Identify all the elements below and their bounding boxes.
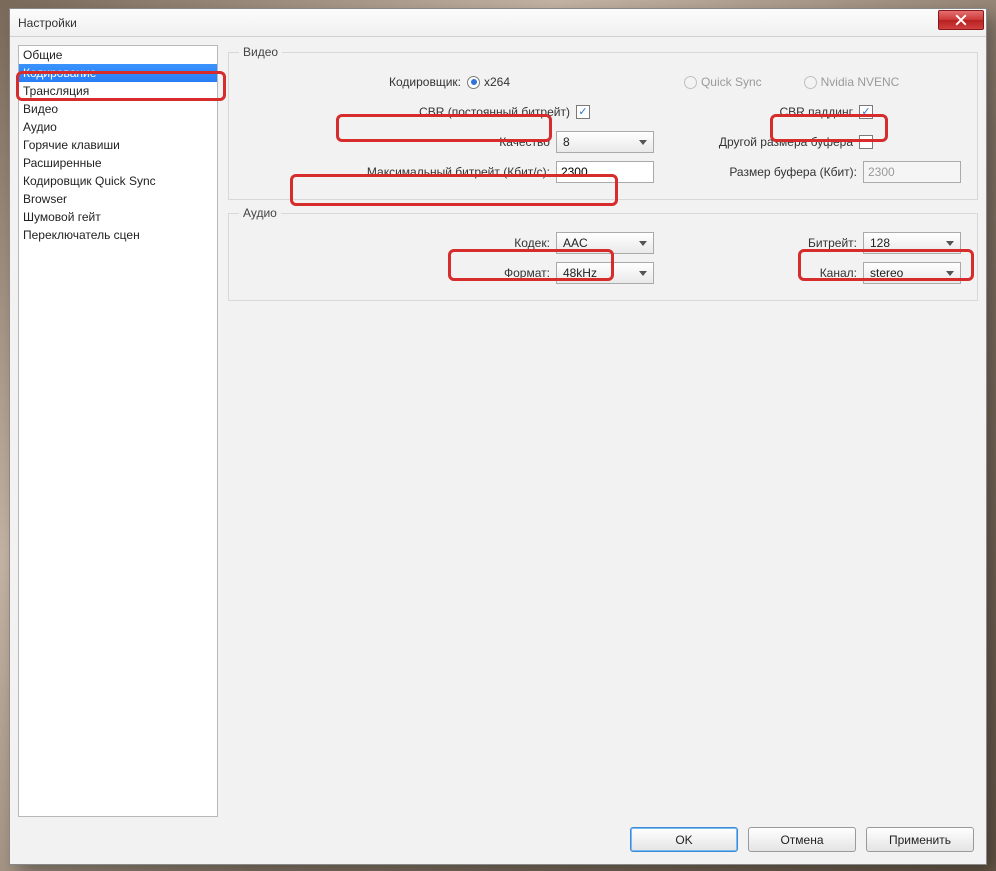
- max-bitrate-input[interactable]: [556, 161, 654, 183]
- buffer-size-label: Размер буфера (Кбит):: [729, 165, 857, 179]
- quality-select[interactable]: 8: [556, 131, 654, 153]
- category-sidebar: Общие Кодирование Трансляция Видео Аудио…: [18, 45, 218, 817]
- close-button[interactable]: [938, 10, 984, 30]
- close-icon: [955, 14, 967, 26]
- audio-bitrate-label: Битрейт:: [808, 236, 857, 250]
- audio-codec-label: Кодек:: [514, 236, 550, 250]
- encoder-nvenc-label: Nvidia NVENC: [821, 75, 900, 89]
- ok-button[interactable]: OK: [630, 827, 738, 852]
- apply-button[interactable]: Применить: [866, 827, 974, 852]
- window-title: Настройки: [18, 16, 938, 30]
- dialog-buttons: OK Отмена Применить: [18, 817, 978, 856]
- sidebar-item-broadcast[interactable]: Трансляция: [19, 82, 217, 100]
- encoder-x264-radio[interactable]: [467, 76, 480, 89]
- audio-channel-select[interactable]: stereo: [863, 262, 961, 284]
- cbr-padding-label: CBR паддинг: [779, 105, 853, 119]
- encoder-x264-label: x264: [484, 75, 510, 89]
- encoder-nvenc-radio[interactable]: [804, 76, 817, 89]
- audio-group: Аудио Кодек: AAC Битрейт: 128: [228, 206, 978, 301]
- sidebar-item-noise-gate[interactable]: Шумовой гейт: [19, 208, 217, 226]
- cbr-label: CBR (постоянный битрейт): [419, 105, 570, 119]
- sidebar-item-scene-switcher[interactable]: Переключатель сцен: [19, 226, 217, 244]
- audio-format-label: Формат:: [504, 266, 550, 280]
- max-bitrate-label: Максимальный битрейт (Кбит/с):: [367, 165, 550, 179]
- encoder-label: Кодировщик:: [389, 75, 461, 89]
- sidebar-item-hotkeys[interactable]: Горячие клавиши: [19, 136, 217, 154]
- sidebar-item-audio[interactable]: Аудио: [19, 118, 217, 136]
- buffer-other-label: Другой размера буфера: [719, 135, 853, 149]
- sidebar-item-browser[interactable]: Browser: [19, 190, 217, 208]
- cancel-button[interactable]: Отмена: [748, 827, 856, 852]
- cbr-checkbox[interactable]: [576, 105, 590, 119]
- quality-label: Качество: [499, 135, 550, 149]
- settings-area: Видео Кодировщик: x264: [228, 45, 978, 817]
- audio-channel-label: Канал:: [820, 266, 857, 280]
- video-legend: Видео: [239, 45, 282, 59]
- sidebar-item-general[interactable]: Общие: [19, 46, 217, 64]
- titlebar: Настройки: [10, 9, 986, 37]
- settings-window: Настройки Общие Кодирование Трансляция В…: [9, 8, 987, 865]
- cbr-padding-checkbox[interactable]: [859, 105, 873, 119]
- video-group: Видео Кодировщик: x264: [228, 45, 978, 200]
- encoder-quicksync-radio[interactable]: [684, 76, 697, 89]
- encoder-quicksync-label: Quick Sync: [701, 75, 762, 89]
- buffer-other-checkbox[interactable]: [859, 135, 873, 149]
- audio-codec-select[interactable]: AAC: [556, 232, 654, 254]
- audio-format-select[interactable]: 48kHz: [556, 262, 654, 284]
- audio-legend: Аудио: [239, 206, 281, 220]
- sidebar-item-advanced[interactable]: Расширенные: [19, 154, 217, 172]
- sidebar-item-video[interactable]: Видео: [19, 100, 217, 118]
- buffer-size-input[interactable]: [863, 161, 961, 183]
- sidebar-item-quicksync[interactable]: Кодировщик Quick Sync: [19, 172, 217, 190]
- sidebar-item-encoding[interactable]: Кодирование: [19, 64, 217, 82]
- audio-bitrate-select[interactable]: 128: [863, 232, 961, 254]
